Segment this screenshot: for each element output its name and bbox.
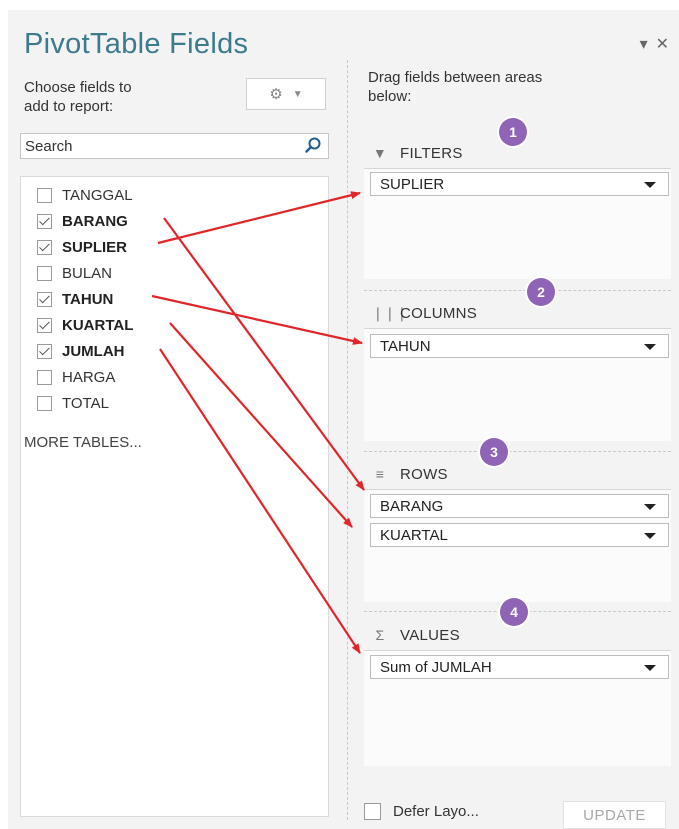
field-label: BARANG <box>62 212 128 230</box>
columns-icon: ❘❘❘ <box>372 304 409 321</box>
field-item-barang[interactable]: BARANG <box>37 210 128 232</box>
area-separator <box>364 290 671 291</box>
defer-layout[interactable]: Defer Layo... <box>364 803 479 820</box>
dropdown-caret-icon[interactable] <box>644 504 656 510</box>
step-badge-2: 2 <box>527 278 555 306</box>
columns-item-tahun[interactable]: TAHUN <box>370 334 669 358</box>
dropdown-caret-icon[interactable] <box>644 182 656 188</box>
gear-icon: ⚙ <box>269 86 283 103</box>
field-checkbox[interactable] <box>37 291 52 307</box>
sigma-icon: Σ <box>375 627 385 643</box>
field-item-bulan[interactable]: BULAN <box>37 262 112 284</box>
field-item-tahun[interactable]: TAHUN <box>37 288 113 310</box>
field-label: KUARTAL <box>62 316 134 334</box>
area-separator <box>364 451 671 452</box>
area-label: FILTERS <box>400 144 463 162</box>
pill-label: TAHUN <box>380 337 431 355</box>
field-label: SUPLIER <box>62 238 128 256</box>
search-input[interactable] <box>23 134 297 158</box>
field-checkbox[interactable] <box>37 213 52 229</box>
pane-divider <box>347 60 348 820</box>
filters-item-suplier[interactable]: SUPLIER <box>370 172 669 196</box>
field-checkbox[interactable] <box>37 187 52 203</box>
field-item-suplier[interactable]: SUPLIER <box>37 236 127 258</box>
field-list: TANGGAL BARANG SUPLIER BULAN TAHUN KUART… <box>20 176 329 817</box>
area-label: ROWS <box>400 465 448 483</box>
dropdown-caret-icon[interactable] <box>644 665 656 671</box>
field-checkbox[interactable] <box>37 239 52 255</box>
rows-icon: ≡ <box>375 466 385 482</box>
field-label: TAHUN <box>62 290 114 308</box>
field-label: JUMLAH <box>62 342 125 360</box>
rows-area-header: ≡ ROWS <box>372 463 448 485</box>
columns-area-header: ❘❘❘ COLUMNS <box>372 302 477 324</box>
tools-button[interactable]: ⚙ ▼ <box>246 78 326 110</box>
pill-label: Sum of JUMLAH <box>380 658 492 676</box>
drag-fields-label: Drag fields between areas below: <box>368 69 543 105</box>
field-item-harga[interactable]: HARGA <box>37 366 115 388</box>
dropdown-caret-icon[interactable] <box>644 344 656 350</box>
pill-label: SUPLIER <box>380 175 445 193</box>
field-label: BULAN <box>62 264 113 282</box>
panel-controls: ▾ ✕ <box>632 34 669 54</box>
panel-title: PivotTable Fields <box>24 28 249 60</box>
field-item-kuartal[interactable]: KUARTAL <box>37 314 133 336</box>
defer-layout-checkbox[interactable] <box>364 803 381 820</box>
field-item-total[interactable]: TOTAL <box>37 392 109 414</box>
search-icon[interactable] <box>304 136 322 154</box>
update-button[interactable]: UPDATE <box>563 801 666 829</box>
field-checkbox[interactable] <box>37 369 52 385</box>
pill-label: KUARTAL <box>380 526 448 544</box>
choose-fields-label: Choose fields to add to report: <box>24 79 132 115</box>
dropdown-caret-icon[interactable] <box>644 533 656 539</box>
field-checkbox[interactable] <box>37 343 52 359</box>
values-item-sum-jumlah[interactable]: Sum of JUMLAH <box>370 655 669 679</box>
field-label: TOTAL <box>62 394 109 412</box>
values-area-header: Σ VALUES <box>372 624 460 646</box>
step-badge-1: 1 <box>499 118 527 146</box>
field-checkbox[interactable] <box>37 395 52 411</box>
search-box[interactable] <box>20 133 329 159</box>
field-item-tanggal[interactable]: TANGGAL <box>37 184 133 206</box>
field-item-jumlah[interactable]: JUMLAH <box>37 340 125 362</box>
area-label: VALUES <box>400 626 460 644</box>
chevron-down-icon[interactable]: ▾ <box>640 36 648 53</box>
field-label: HARGA <box>62 368 116 386</box>
filter-icon: ▼ <box>372 145 388 161</box>
field-label: TANGGAL <box>62 186 133 204</box>
field-checkbox[interactable] <box>37 317 52 333</box>
step-badge-3: 3 <box>480 438 508 466</box>
more-tables-link[interactable]: MORE TABLES... <box>24 434 142 451</box>
close-icon[interactable]: ✕ <box>656 36 669 53</box>
step-badge-4: 4 <box>500 598 528 626</box>
area-label: COLUMNS <box>400 304 478 322</box>
chevron-down-icon: ▼ <box>292 88 303 100</box>
field-checkbox[interactable] <box>37 265 52 281</box>
rows-item-barang[interactable]: BARANG <box>370 494 669 518</box>
defer-layout-label: Defer Layo... <box>393 803 479 820</box>
pill-label: BARANG <box>380 497 444 515</box>
rows-item-kuartal[interactable]: KUARTAL <box>370 523 669 547</box>
filters-area-header: ▼ FILTERS <box>372 142 463 164</box>
